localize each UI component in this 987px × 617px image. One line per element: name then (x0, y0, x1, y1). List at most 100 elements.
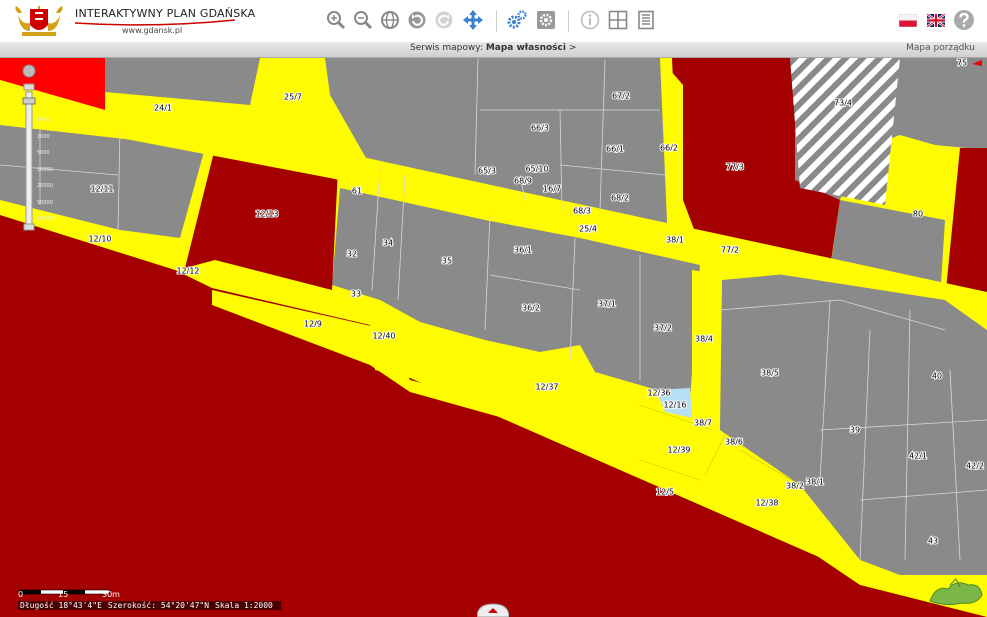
overview-map-icon[interactable] (926, 575, 984, 609)
parcel-label[interactable]: 75 (956, 58, 968, 69)
parcel-label[interactable]: 68/9 (513, 176, 533, 187)
parcel-label[interactable]: 33 (350, 289, 362, 300)
redo-icon[interactable] (433, 9, 455, 31)
uk-flag-icon[interactable] (925, 9, 947, 31)
parcel-label[interactable]: 12/10 (87, 234, 112, 245)
parcel-label[interactable]: 12/40 (371, 331, 396, 342)
service-suffix: > (568, 43, 577, 53)
zoom-label: 2000 (37, 133, 50, 140)
expand-panel-icon[interactable] (477, 602, 509, 617)
undo-icon[interactable] (406, 9, 428, 31)
zoom-track[interactable] (25, 91, 33, 229)
parcel-label[interactable]: 38/2 (785, 481, 805, 492)
parcel-label[interactable]: 43 (927, 536, 939, 547)
parcel-label[interactable]: 12/39 (666, 445, 691, 456)
parcel-label[interactable]: 36/1 (513, 245, 533, 256)
service-selector[interactable]: Serwis mapowy: Mapa własności > (410, 43, 576, 53)
parcel-label[interactable]: 12/12 (175, 266, 200, 277)
parcel-label[interactable]: 35 (441, 256, 453, 267)
zoom-label: 50000 (37, 199, 53, 206)
parcel-label[interactable]: 77/3 (725, 162, 745, 173)
scale-label: 15 (58, 590, 69, 599)
parcel-label[interactable]: 38/4 (694, 334, 714, 345)
parcel-label[interactable]: 38/5 (760, 368, 780, 379)
zoom-out-icon[interactable] (352, 9, 374, 31)
map-canvas[interactable]: 75 24/1 25/7 67/2 73/4 66/3 66/1 66/2 77… (0, 58, 987, 617)
scale-label: 30m (102, 590, 120, 599)
parcel-label[interactable]: 68/2 (610, 193, 630, 204)
parcel-label[interactable]: 77/2 (720, 245, 740, 256)
parcel-label[interactable]: 61 (351, 186, 363, 197)
side-road (692, 270, 720, 420)
parcel-label[interactable]: 40 (931, 371, 943, 382)
gdansk-crest-logo[interactable] (12, 5, 66, 38)
parcel-label[interactable]: 66/2 (659, 143, 679, 154)
parcel-label[interactable]: 38/6 (724, 437, 744, 448)
zoom-slider[interactable] (20, 64, 38, 234)
parcel-label[interactable]: 12/9 (303, 319, 323, 330)
parcel-label[interactable]: 12/16 (662, 400, 687, 411)
parcel-label[interactable]: 12/11 (89, 184, 114, 195)
zoom-scale-labels: 1000 2000 5000 10000 20000 50000 100000 (37, 112, 56, 228)
gears-icon[interactable] (506, 9, 528, 31)
globe-icon[interactable] (379, 9, 401, 31)
parcel-label[interactable]: 42/2 (965, 461, 985, 472)
parcel-label[interactable]: 12/37 (534, 382, 559, 393)
parcel-label[interactable]: 68/3 (572, 206, 592, 217)
parcel-label[interactable]: 25/7 (283, 92, 303, 103)
parcel-label[interactable]: 37/2 (653, 323, 673, 334)
zoom-in-icon[interactable] (325, 9, 347, 31)
parcel-label[interactable]: 67/2 (611, 91, 631, 102)
parcel-label[interactable]: 80 (912, 209, 924, 220)
toolbar-separator (496, 10, 497, 32)
grid-icon[interactable] (607, 9, 629, 31)
zoom-handle[interactable] (22, 97, 36, 105)
parcel-area-hatched (790, 58, 900, 205)
parcel-label[interactable]: 34 (382, 238, 394, 249)
help-icon[interactable] (953, 9, 975, 31)
parcel-label[interactable]: 32 (346, 249, 358, 260)
list-icon[interactable] (635, 9, 657, 31)
parcel-label[interactable]: 65/3 (477, 166, 497, 177)
service-name[interactable]: Mapa własności (486, 43, 566, 53)
zoom-home-icon[interactable] (22, 64, 36, 78)
parcel-label[interactable]: 39 (849, 425, 861, 436)
zoom-label: 1000 (37, 117, 50, 123)
parcel-label[interactable]: 42/1 (908, 451, 928, 462)
scale-bar: 0 15 30m (18, 581, 120, 601)
poland-flag-icon[interactable] (897, 9, 919, 31)
info-icon[interactable] (579, 9, 601, 31)
zoom-out-button[interactable] (23, 223, 35, 231)
parcel-label[interactable]: 65/10 (524, 164, 549, 175)
scale-readout: Skala 1:2000 (215, 601, 273, 610)
longitude-readout: Długość 18°43'4"E (20, 601, 102, 610)
parcel-label[interactable]: 36/2 (521, 303, 541, 314)
parcel-label[interactable]: 24/1 (153, 103, 173, 114)
settings-icon[interactable] (535, 9, 557, 31)
coordinates-readout: Długość 18°43'4"E Szerokość: 54°20'47"N Sk… (18, 601, 281, 610)
pan-icon[interactable] (462, 9, 484, 31)
parcel-label[interactable]: 38/1 (665, 235, 685, 246)
parcel-label[interactable]: 38/7 (693, 418, 713, 429)
parcel-label[interactable]: 66/3 (530, 123, 550, 134)
latitude-readout: Szerokość: 54°20'47"N (107, 601, 210, 610)
parcel-label[interactable]: 38/1 (805, 477, 825, 488)
parcel-label[interactable]: 12/5 (655, 487, 675, 498)
zoom-in-button[interactable] (23, 83, 35, 91)
map-layer: 75 24/1 25/7 67/2 73/4 66/3 66/1 66/2 77… (0, 58, 987, 617)
zoom-label: 20000 (37, 183, 53, 189)
parcel-label[interactable]: 12/13 (254, 209, 279, 220)
service-bar: Serwis mapowy: Mapa własności > Mapa por… (0, 42, 987, 58)
parcel-label[interactable]: 12/36 (646, 388, 671, 399)
zoom-label: 5000 (37, 150, 50, 156)
site-url: www.gdansk.pl (122, 26, 183, 35)
toolbar-separator (568, 10, 569, 32)
alt-service-link[interactable]: Mapa porządku (906, 43, 975, 53)
parcel-label[interactable]: 73/4 (833, 98, 853, 109)
app-header: INTERAKTYWNY PLAN GDAŃSKA www.gdansk.pl (0, 0, 987, 43)
parcel-label[interactable]: 66/1 (605, 144, 625, 155)
parcel-label[interactable]: 25/4 (578, 224, 598, 235)
parcel-label[interactable]: 16/7 (542, 184, 562, 195)
parcel-label[interactable]: 37/1 (597, 299, 617, 310)
parcel-label[interactable]: 12/38 (754, 498, 779, 509)
